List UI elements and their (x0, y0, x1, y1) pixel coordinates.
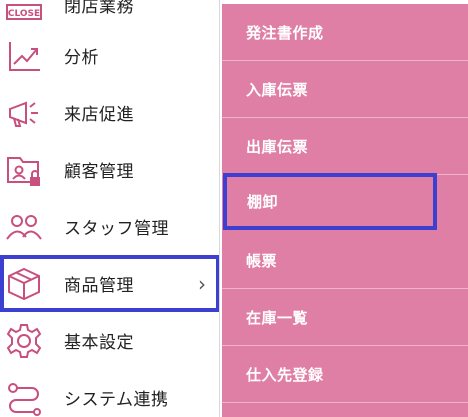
integration-flow-icon (4, 378, 44, 417)
submenu-item-stock-list[interactable]: 在庫一覧 (222, 289, 468, 346)
submenu-item-label: 在庫一覧 (246, 308, 309, 327)
submenu-item-label: 帳票 (246, 251, 278, 270)
staff-people-icon (4, 207, 44, 247)
sidebar-item-label: 基本設定 (64, 333, 134, 353)
sidebar-item-integration[interactable]: システム連携 (0, 369, 220, 417)
submenu-item-shipping-slip[interactable]: 出庫伝票 (222, 118, 468, 175)
svg-text:CLOSE: CLOSE (8, 9, 40, 19)
submenu-item-label: 出庫伝票 (246, 137, 309, 156)
close-sign-icon: CLOSE (4, 0, 44, 25)
submenu-item-supplier-registration[interactable]: 仕入先登録 (222, 346, 468, 403)
sidebar-divider (219, 0, 220, 417)
sidebar-item-settings[interactable]: 基本設定 (0, 312, 220, 369)
submenu-item-purchase-order[interactable]: 発注書作成 (222, 4, 468, 61)
sidebar-item-customers[interactable]: 顧客管理 (0, 141, 220, 198)
sidebar-item-staff[interactable]: スタッフ管理 (0, 198, 220, 255)
sidebar-menu: CLOSE 閉店業務 分析 来店促進 顧客管理 スタッフ管理 商品管理 › 基本… (0, 0, 220, 417)
submenu-item-label: 棚卸 (247, 192, 279, 211)
submenu-item-reports[interactable]: 帳票 (222, 232, 468, 289)
sidebar-item-label: 顧客管理 (64, 162, 134, 182)
gear-icon (4, 321, 44, 361)
submenu-item-inventory-count[interactable]: 棚卸 (223, 173, 437, 230)
trend-chart-icon (4, 36, 44, 76)
sidebar-item-label: スタッフ管理 (64, 219, 169, 239)
sidebar-item-label: 分析 (64, 48, 99, 68)
megaphone-icon (4, 93, 44, 133)
sidebar-item-label: 閉店業務 (64, 0, 134, 17)
sidebar-item-label: 来店促進 (64, 105, 134, 125)
product-submenu: 発注書作成 入庫伝票 出庫伝票 棚卸 帳票 在庫一覧 仕入先登録 (222, 4, 468, 417)
sidebar-item-label: システム連携 (64, 390, 169, 410)
chevron-right-icon: › (198, 271, 206, 296)
sidebar-item-label: 商品管理 (64, 276, 134, 296)
sidebar-item-analysis[interactable]: 分析 (0, 27, 220, 84)
submenu-item-label: 仕入先登録 (246, 365, 324, 384)
sidebar-item-products[interactable]: 商品管理 › (0, 255, 220, 312)
product-box-icon (4, 264, 44, 304)
customer-folder-lock-icon (4, 150, 44, 190)
submenu-item-label: 発注書作成 (246, 23, 324, 42)
sidebar-item-promotion[interactable]: 来店促進 (0, 84, 220, 141)
submenu-item-receiving-slip[interactable]: 入庫伝票 (222, 61, 468, 118)
submenu-item-label: 入庫伝票 (246, 80, 309, 99)
